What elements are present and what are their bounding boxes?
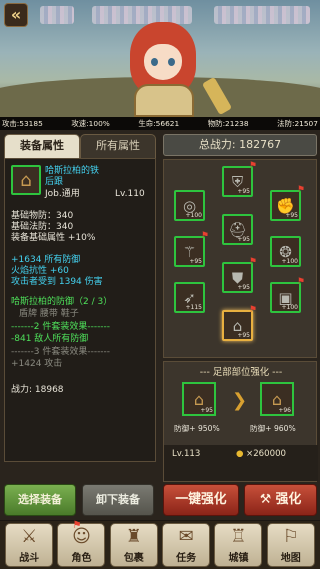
slot-shoulder[interactable]: ⛨ +95 ⚑ (222, 161, 257, 197)
select-equipment-button[interactable]: 选择装备 (4, 484, 76, 516)
bonus-all-def: +1634 所有防御 (11, 255, 81, 265)
required-level: Lv.113 (172, 449, 201, 459)
enhance-panel: --- 足部部位强化 --- ⌂ +95 ❯ ⌂ +96 防御+ 950% 防御… (163, 361, 318, 482)
boots-icon: ⌂ (193, 389, 205, 409)
boots-next: ⌂ +96 (260, 382, 294, 416)
stat-hp: 生命:56621 (138, 119, 180, 128)
blurred-info (214, 6, 310, 24)
set3-effect: +1424 攻击 (11, 359, 63, 369)
character-scene: « (0, 0, 320, 117)
total-power: 总战力: 182767 (163, 134, 317, 156)
next-bonus: 防御+ 960% (250, 424, 296, 433)
attribute-tabs: 装备属性 所有属性 (4, 134, 156, 158)
stat-phys-def: 物防:21238 (207, 119, 249, 128)
nav-battle[interactable]: ⚔ 战斗 (5, 523, 54, 567)
bonus-fire-res: 火焰抗性 +60 (11, 266, 69, 276)
gold-cost: ×260000 (246, 449, 287, 459)
slot-gauntlet[interactable]: ✊ +95 ⚑ (270, 185, 305, 221)
blurred-info (40, 6, 74, 24)
bottom-nav: ⚔ 战斗 ⚑ ☺ 角色 ♜ 包裹 ✉ 任务 ♖ 城镇 ⚐ 地图 (0, 520, 320, 569)
set2-effect: -841 敌人所有防御 (11, 334, 89, 344)
upgrade-flag-icon: ⚑ (296, 185, 305, 195)
base-bonus: 装备基础属性 +10% (11, 233, 96, 243)
castle-icon: ♖ (230, 526, 247, 547)
item-name: 哈斯拉柏的铁 (45, 166, 100, 176)
scroll-icon: ✉ (178, 526, 194, 547)
equipment-screen: 装备属性 所有属性 ⌂ 哈斯拉柏的铁 后跟 Job.通用 Lv.110 基础物防… (0, 130, 320, 520)
boots-icon: ⌂ (271, 389, 283, 409)
nav-inventory[interactable]: ♜ 包裹 (109, 523, 158, 567)
tab-equipment-attributes[interactable]: 装备属性 (4, 134, 80, 158)
upgrade-flag-icon: ⚑ (296, 277, 305, 287)
item-battle-power: 战力: 18968 (11, 385, 64, 395)
set2-header: -------2 件套装效果------- (11, 322, 111, 332)
current-bonus: 防御+ 950% (174, 424, 220, 433)
stat-attack-speed: 攻速:100% (71, 119, 110, 128)
enhance-title: --- 足部部位强化 --- (199, 367, 283, 378)
slot-ring[interactable]: ◎ +100 (174, 190, 205, 221)
enhance-requirements: Lv.113 ● ×260000 (164, 445, 318, 481)
slot-boots-selected[interactable]: ⌂ +95 ⚑ (222, 305, 257, 341)
boots-current: ⌂ +95 (182, 382, 216, 416)
tab-all-attributes[interactable]: 所有属性 (80, 134, 156, 158)
slot-amulet[interactable]: ❂ +100 (270, 236, 301, 267)
character-icon: ☺ (72, 526, 91, 547)
bag-icon: ♜ (125, 526, 142, 547)
hero-character (118, 22, 233, 117)
item-level: Lv.110 (115, 189, 145, 199)
one-key-enhance-button[interactable]: 一键强化 (163, 484, 239, 516)
hammer-icon: ⚒ (259, 492, 272, 507)
arrow-right-icon: ❯ (232, 390, 248, 411)
bonus-reflect: 攻击者受到 1394 伤害 (11, 277, 103, 287)
slot-helmet[interactable]: ⛑ +95 (222, 214, 253, 245)
enhance-button[interactable]: ⚒ 强化 (244, 484, 317, 516)
nav-character[interactable]: ⚑ ☺ 角色 (57, 520, 106, 567)
stat-attack: 攻击:53185 (2, 119, 43, 128)
gold-coin-icon: ● (236, 449, 244, 459)
nav-quest[interactable]: ✉ 任务 (162, 523, 211, 567)
item-name-cont: 后跟 (45, 177, 64, 187)
item-detail-panel: ⌂ 哈斯拉柏的铁 后跟 Job.通用 Lv.110 基础物防：340 基础法防：… (4, 158, 156, 462)
unequip-button[interactable]: 卸下装备 (82, 484, 154, 516)
equipment-grid: ◎ +100 ⛨ +95 ⚑ ✊ +95 ⚑ ⚚ +95 ⚑ ⛑ +95 ❂ +100 ➶ +… (163, 159, 317, 358)
crossed-swords-icon: ⚔ (21, 526, 38, 547)
slot-chest[interactable]: ⛊ +95 ⚑ (222, 257, 257, 293)
upgrade-flag-icon: ⚑ (248, 257, 257, 267)
character-stats: 攻击:53185 攻速:100% 生命:56621 物防:21238 法防:21… (0, 117, 320, 130)
nav-town[interactable]: ♖ 城镇 (214, 523, 263, 567)
set3-header: -------3 件套装效果------- (11, 347, 111, 357)
slot-bow[interactable]: ➶ +115 (174, 282, 205, 313)
upgrade-flag-icon: ⚑ (248, 161, 257, 171)
stat-magic-def: 法防:21507 (277, 119, 318, 128)
set-parts: 盾牌 腰带 鞋子 (19, 309, 79, 319)
base-phys-def: 基础物防：340 (11, 211, 74, 221)
upgrade-flag-icon: ⚑ (200, 231, 209, 241)
slot-belt[interactable]: ▣ +100 ⚑ (270, 277, 305, 313)
nav-map[interactable]: ⚐ 地图 (266, 523, 315, 567)
base-magic-def: 基础法防：340 (11, 222, 74, 232)
set-title: 哈斯拉柏的防御（2 / 3） (11, 297, 113, 307)
slot-staff[interactable]: ⚚ +95 ⚑ (174, 231, 209, 267)
map-icon: ⚐ (282, 526, 299, 547)
boots-icon: ⌂ (11, 165, 41, 195)
back-button[interactable]: « (4, 3, 28, 27)
sword-icon (201, 76, 233, 116)
upgrade-flag-icon: ⚑ (248, 305, 257, 315)
item-job: Job.通用 (45, 189, 80, 199)
